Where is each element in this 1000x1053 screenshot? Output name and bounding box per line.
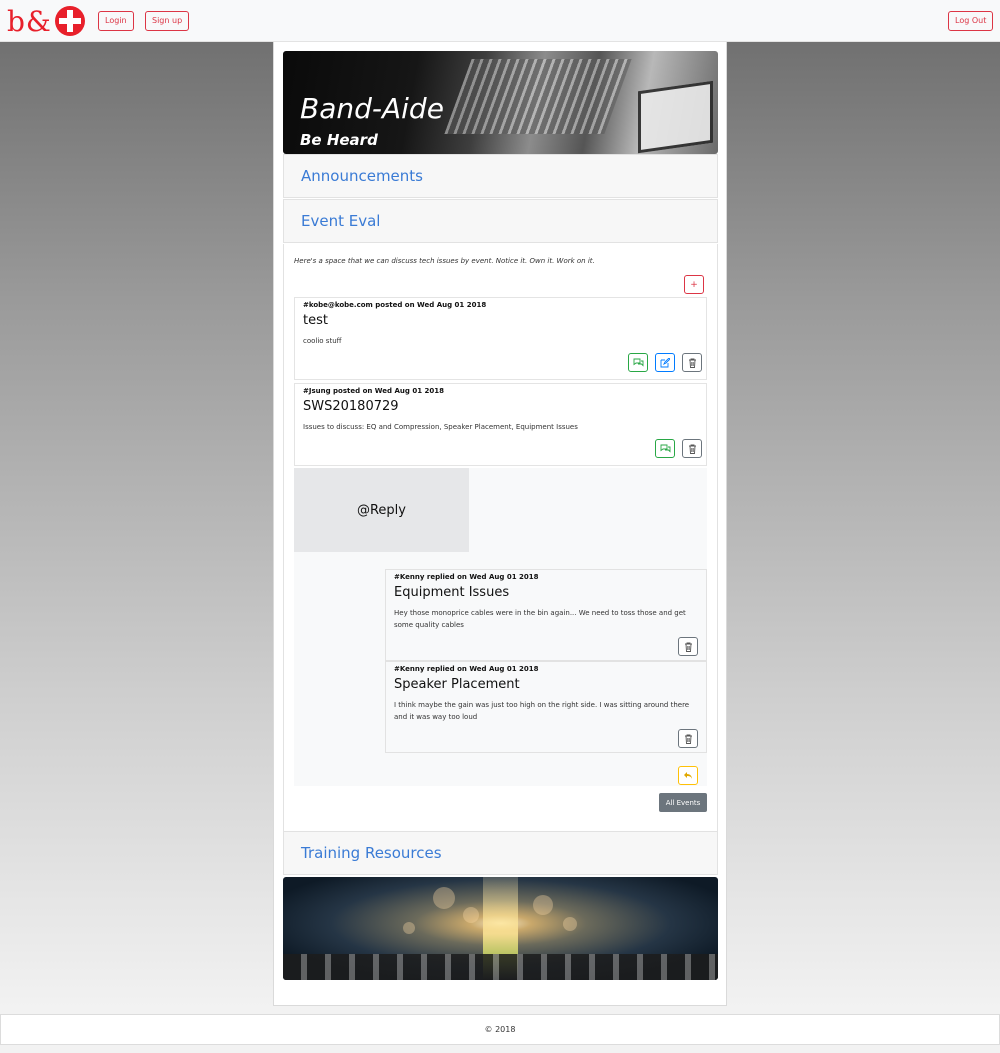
post-title: test <box>303 313 328 328</box>
announcements-header[interactable]: Announcements <box>283 154 718 198</box>
logout-button[interactable]: Log Out <box>948 11 994 31</box>
laptop-image <box>638 80 713 154</box>
event-eval-header[interactable]: Event Eval <box>283 199 718 243</box>
plus-icon: + <box>690 279 698 290</box>
hero-banner: Band-Aide Be Heard <box>283 51 718 154</box>
post-title: SWS20180729 <box>303 399 399 414</box>
edit-button[interactable] <box>655 353 675 372</box>
stage-lights-image <box>283 877 718 980</box>
comments-icon <box>633 358 643 367</box>
post-body: Issues to discuss: EQ and Compression, S… <box>303 423 578 431</box>
post-card: #Jsung posted on Wed Aug 01 2018 SWS2018… <box>294 383 707 466</box>
post-card: #kobe@kobe.com posted on Wed Aug 01 2018… <box>294 297 707 380</box>
reply-tag: @Reply <box>294 468 469 552</box>
edit-icon <box>660 357 670 367</box>
post-body: coolio stuff <box>303 337 342 345</box>
reply-body: Hey those monoprice cables were in the b… <box>394 609 686 629</box>
comments-button[interactable] <box>655 439 675 458</box>
footer: © 2018 <box>0 1014 1000 1045</box>
comments-button[interactable] <box>628 353 648 372</box>
event-eval-panel: Here's a space that we can discuss tech … <box>283 244 718 832</box>
reply-title: Equipment Issues <box>394 585 510 600</box>
add-post-button[interactable]: + <box>684 275 704 294</box>
hero-subtitle: Be Heard <box>300 131 378 149</box>
reply-meta: #Kenny replied on Wed Aug 01 2018 <box>394 573 539 581</box>
trash-icon <box>688 358 696 368</box>
reply-title: Speaker Placement <box>394 677 520 692</box>
main-container: Band-Aide Be Heard Announcements Event E… <box>273 42 727 1006</box>
all-events-button[interactable]: All Events <box>659 793 707 812</box>
trash-icon <box>684 734 692 744</box>
logo-text: b& <box>7 4 52 38</box>
signup-button[interactable]: Sign up <box>145 11 190 31</box>
post-meta: #kobe@kobe.com posted on Wed Aug 01 2018 <box>303 301 487 309</box>
event-eval-intro: Here's a space that we can discuss tech … <box>294 257 595 265</box>
login-button[interactable]: Login <box>98 11 134 31</box>
post-meta: #Jsung posted on Wed Aug 01 2018 <box>303 387 444 395</box>
navbar: b& Login Sign up Log Out <box>0 0 1000 42</box>
reply-card: #Kenny replied on Wed Aug 01 2018 Speake… <box>385 661 707 753</box>
reply-body: I think maybe the gain was just too high… <box>394 701 690 721</box>
delete-button[interactable] <box>682 439 702 458</box>
comments-icon <box>660 444 670 453</box>
reply-icon <box>684 772 692 779</box>
red-cross-icon <box>54 6 85 36</box>
delete-button[interactable] <box>682 353 702 372</box>
mixing-console-image <box>444 59 632 134</box>
delete-reply-button[interactable] <box>678 729 698 748</box>
hero-title: Band-Aide <box>300 92 444 125</box>
reply-section: @Reply #Kenny replied on Wed Aug 01 2018… <box>294 468 707 786</box>
trash-icon <box>684 642 692 652</box>
training-resources-header[interactable]: Training Resources <box>283 831 718 875</box>
delete-reply-button[interactable] <box>678 637 698 656</box>
trash-icon <box>688 444 696 454</box>
brand-logo[interactable]: b& <box>7 4 85 38</box>
reply-meta: #Kenny replied on Wed Aug 01 2018 <box>394 665 539 673</box>
reply-button[interactable] <box>678 766 698 785</box>
reply-card: #Kenny replied on Wed Aug 01 2018 Equipm… <box>385 569 707 661</box>
copyright-text: © 2018 <box>484 1025 516 1034</box>
